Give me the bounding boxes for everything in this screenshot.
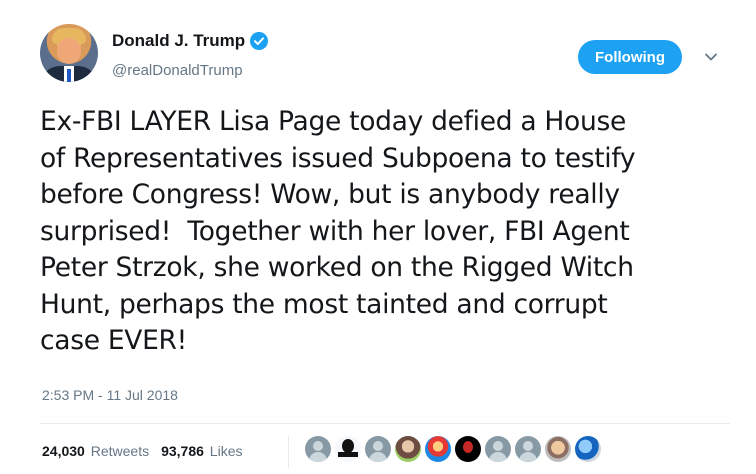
- tweet-text: Ex-FBI LAYER Lisa Page today defied a Ho…: [40, 106, 636, 356]
- liker-avatar[interactable]: [455, 436, 481, 462]
- tweet-stats: 24,030 Retweets 93,786 Likes: [42, 443, 246, 459]
- liker-avatar[interactable]: [335, 436, 361, 462]
- likes-label: Likes: [209, 443, 243, 459]
- user-handle[interactable]: @realDonaldTrump: [112, 62, 243, 79]
- avatar-tie: [67, 69, 71, 82]
- tweet-timestamp[interactable]: 2:53 PM - 11 Jul 2018: [42, 387, 178, 403]
- liker-avatar[interactable]: [365, 436, 391, 462]
- tweet-header: Donald J. Trump @realDonaldTrump Followi…: [40, 22, 730, 92]
- retweets-stat[interactable]: 24,030 Retweets: [42, 443, 149, 459]
- liker-avatars: [305, 436, 601, 462]
- chevron-down-icon[interactable]: [704, 50, 718, 64]
- liker-avatar[interactable]: [425, 436, 451, 462]
- liker-avatar[interactable]: [485, 436, 511, 462]
- avatar[interactable]: [40, 24, 98, 82]
- liker-avatar[interactable]: [545, 436, 571, 462]
- name-line: Donald J. Trump: [112, 31, 269, 51]
- liker-avatar[interactable]: [575, 436, 601, 462]
- retweets-label: Retweets: [90, 443, 150, 459]
- verified-badge-icon: [250, 32, 269, 50]
- display-name[interactable]: Donald J. Trump: [112, 31, 245, 51]
- likes-stat[interactable]: 93,786 Likes: [161, 443, 242, 459]
- likes-count: 93,786: [161, 443, 204, 459]
- liker-avatar[interactable]: [305, 436, 331, 462]
- liker-avatar[interactable]: [515, 436, 541, 462]
- retweets-count: 24,030: [42, 443, 85, 459]
- liker-avatar[interactable]: [395, 436, 421, 462]
- divider: [40, 423, 730, 424]
- avatar-face: [57, 38, 81, 64]
- stats-separator: [288, 436, 289, 468]
- following-button[interactable]: Following: [578, 40, 682, 74]
